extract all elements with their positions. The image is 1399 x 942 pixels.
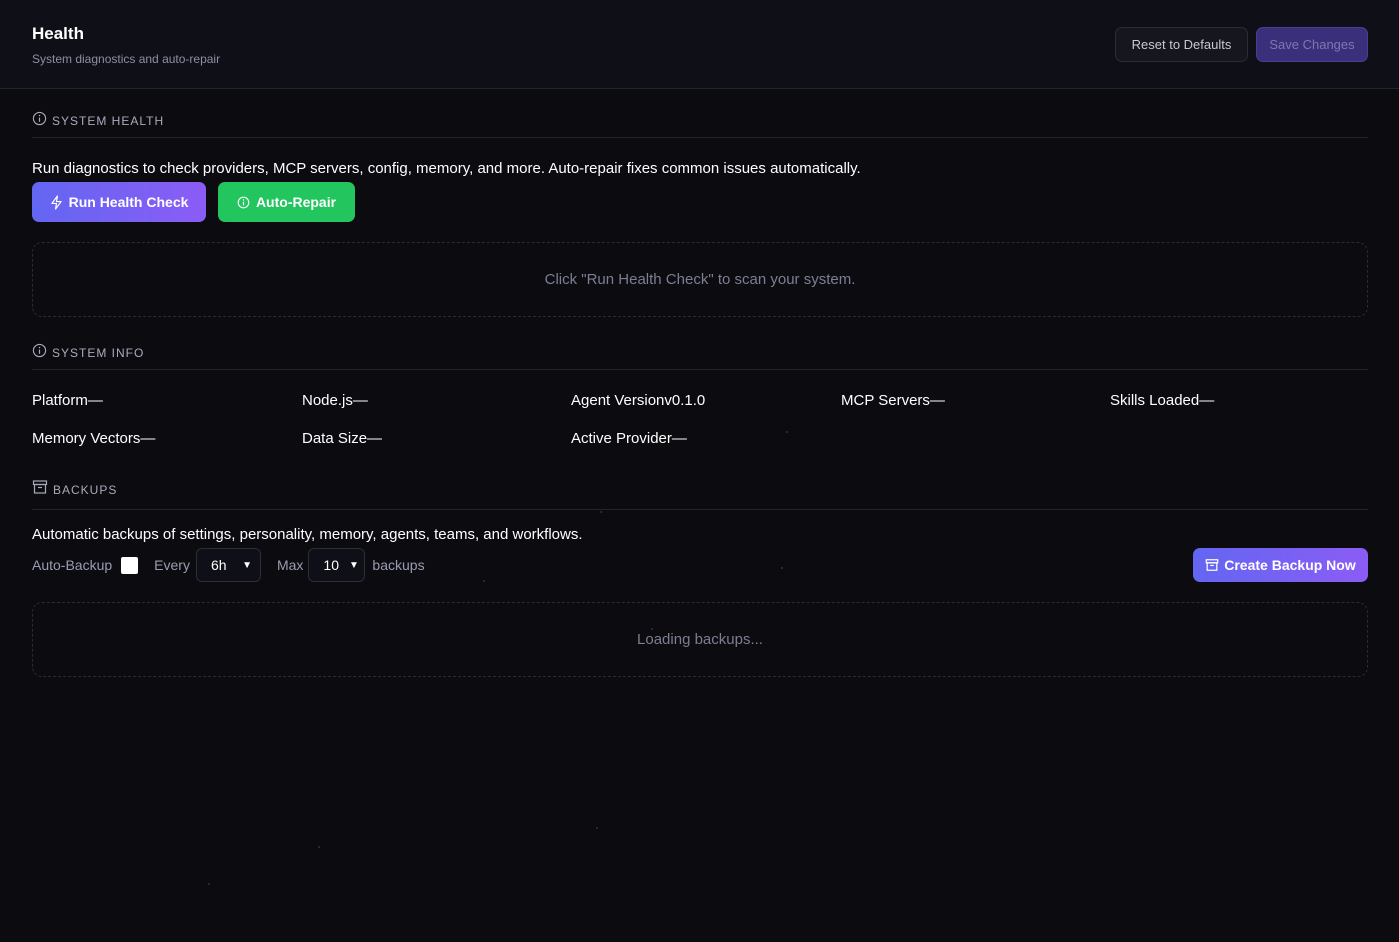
background-star <box>781 567 783 569</box>
info-skills-loaded: Skills Loaded— <box>1110 392 1214 409</box>
info-label: Skills Loaded <box>1110 392 1200 409</box>
background-star <box>596 827 598 829</box>
lightning-icon <box>50 194 62 210</box>
system-info-label: SYSTEM INFO <box>52 346 145 360</box>
system-health-label: SYSTEM HEALTH <box>52 114 165 128</box>
auto-backup-label: Auto-Backup <box>32 557 113 573</box>
create-backup-button[interactable]: Create Backup Now <box>1193 548 1368 582</box>
save-changes-button[interactable]: Save Changes <box>1256 27 1368 62</box>
info-data-size: Data Size— <box>302 430 382 447</box>
info-agent-version: Agent Versionv0.1.0 <box>571 392 705 409</box>
system-health-description: Run diagnostics to check providers, MCP … <box>32 160 861 177</box>
auto-backup-checkbox[interactable] <box>121 556 139 574</box>
auto-repair-button[interactable]: Auto-Repair <box>218 182 355 222</box>
info-label: Data Size <box>302 430 368 447</box>
background-star <box>318 846 320 848</box>
info-value: — <box>140 430 156 447</box>
info-icon <box>32 111 47 126</box>
backup-controls: Auto-Backup Every 6h ▼ Max 10 ▼ backups <box>32 548 425 582</box>
info-value: v0.1.0 <box>664 392 706 409</box>
backups-suffix-label: backups <box>372 557 425 573</box>
backups-description: Automatic backups of settings, personali… <box>32 526 583 543</box>
backup-interval-select[interactable]: 6h ▼ <box>195 548 261 582</box>
info-value: — <box>352 392 368 409</box>
info-label: Memory Vectors <box>32 430 141 447</box>
page-title: Health <box>32 24 84 43</box>
info-value: — <box>87 392 103 409</box>
page-header: Health System diagnostics and auto-repai… <box>0 0 1399 89</box>
health-results-placeholder: Click "Run Health Check" to scan your sy… <box>32 242 1368 317</box>
info-memory-vectors: Memory Vectors— <box>32 430 155 447</box>
info-nodejs: Node.js— <box>302 392 368 409</box>
info-label: Node.js <box>302 392 353 409</box>
info-value: — <box>929 392 945 409</box>
background-star <box>786 431 788 433</box>
backup-max-select[interactable]: 10 ▼ <box>308 548 366 582</box>
archive-icon <box>1205 559 1219 571</box>
system-health-heading: SYSTEM HEALTH <box>32 111 1368 138</box>
chevron-down-icon: ▼ <box>349 559 359 571</box>
archive-icon <box>32 480 48 494</box>
background-star <box>483 580 485 582</box>
info-icon <box>237 196 250 208</box>
info-label: MCP Servers <box>841 392 930 409</box>
backups-heading: BACKUPS <box>32 480 1368 510</box>
every-label: Every <box>154 557 190 573</box>
system-info-heading: SYSTEM INFO <box>32 343 1368 370</box>
info-label: Active Provider <box>571 430 672 447</box>
background-star <box>600 511 602 513</box>
background-star <box>208 883 210 885</box>
backups-list-placeholder: Loading backups... <box>32 602 1368 677</box>
info-platform: Platform— <box>32 392 103 409</box>
run-health-check-button[interactable]: Run Health Check <box>32 182 206 222</box>
info-mcp-servers: MCP Servers— <box>841 392 945 409</box>
backups-label: BACKUPS <box>53 483 118 497</box>
info-value: — <box>367 430 383 447</box>
info-value: — <box>671 430 687 447</box>
max-label: Max <box>276 557 304 573</box>
max-value: 10 <box>323 557 339 573</box>
reset-to-defaults-button[interactable]: Reset to Defaults <box>1115 27 1248 62</box>
create-backup-label: Create Backup Now <box>1224 557 1356 573</box>
info-icon <box>32 343 47 358</box>
page-subtitle: System diagnostics and auto-repair <box>32 52 221 66</box>
interval-value: 6h <box>210 557 227 573</box>
info-value: — <box>1199 392 1215 409</box>
chevron-down-icon: ▼ <box>242 559 252 571</box>
info-active-provider: Active Provider— <box>571 430 687 447</box>
info-label: Platform <box>32 392 88 409</box>
auto-repair-label: Auto-Repair <box>255 194 337 210</box>
run-health-check-label: Run Health Check <box>68 194 189 210</box>
info-label: Agent Version <box>571 392 665 409</box>
